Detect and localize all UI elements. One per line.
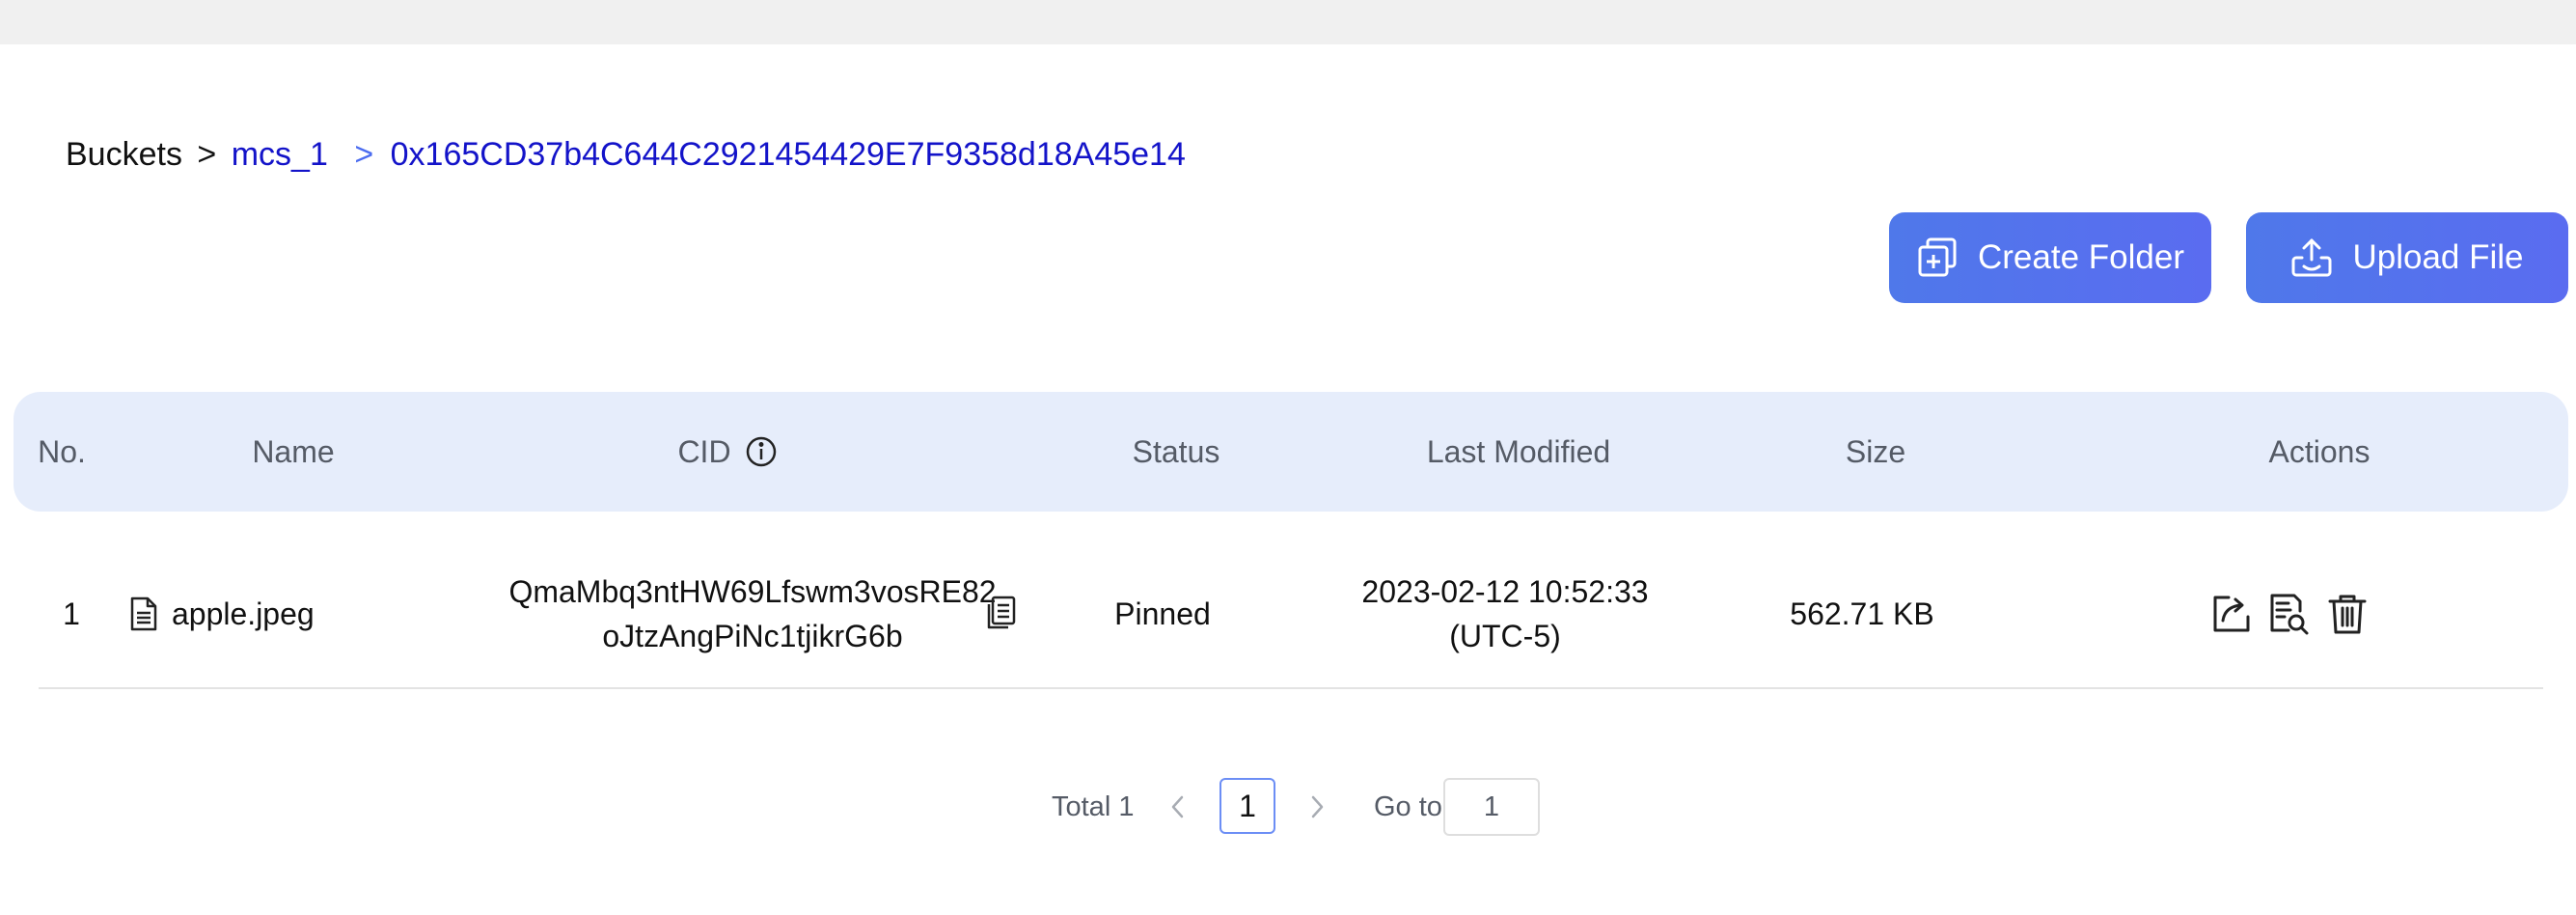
trash-icon[interactable] xyxy=(2325,592,2370,636)
modified-timezone: (UTC-5) xyxy=(1449,619,1561,653)
last-modified-cell: 2023-02-12 10:52:33 (UTC-5) xyxy=(1312,541,1698,687)
cid-line-1: QmaMbq3ntHW69Lfswm3vosRE82 xyxy=(508,574,997,609)
breadcrumb-separator: > xyxy=(354,136,374,173)
column-header-cid-label: CID xyxy=(677,433,731,469)
chevron-right-icon[interactable] xyxy=(1301,790,1333,824)
pagination-page-1[interactable]: 1 xyxy=(1219,778,1275,834)
pagination: Total 1 1 Go to xyxy=(0,778,2576,836)
cid-cell: QmaMbq3ntHW69Lfswm3vosRE82 oJtzAngPiNc1t… xyxy=(463,541,1042,687)
top-bar xyxy=(0,0,2576,44)
create-folder-label: Create Folder xyxy=(1978,238,2184,276)
cid-line-2: oJtzAngPiNc1tjikrG6b xyxy=(602,619,903,653)
upload-file-button[interactable]: Upload File xyxy=(2246,212,2568,303)
breadcrumb-current-folder[interactable]: 0x165CD37b4C644C2921454429E7F9358d18A45e… xyxy=(391,136,1186,173)
info-icon[interactable] xyxy=(745,435,778,468)
breadcrumb-buckets[interactable]: Buckets xyxy=(66,136,182,173)
actions-cell xyxy=(2209,541,2441,687)
size-cell: 562.71 KB xyxy=(1790,596,1934,631)
column-header-size: Size xyxy=(1845,433,1906,469)
column-header-name: Name xyxy=(252,433,335,469)
share-icon[interactable] xyxy=(2209,592,2254,636)
column-header-no: No. xyxy=(38,433,86,469)
folder-plus-icon xyxy=(1916,236,1959,279)
row-number: 1 xyxy=(63,596,80,631)
column-header-actions: Actions xyxy=(2268,433,2370,469)
create-folder-button[interactable]: Create Folder xyxy=(1889,212,2211,303)
file-name-cell[interactable]: apple.jpeg xyxy=(127,541,417,687)
status-cell: Pinned xyxy=(1114,596,1211,631)
pagination-goto-label: Go to xyxy=(1374,791,1442,822)
pagination-goto-input[interactable] xyxy=(1443,778,1540,836)
table-header: No. Name CID Status Last Modified Size A… xyxy=(14,392,2568,512)
chevron-left-icon[interactable] xyxy=(1162,790,1194,824)
pagination-total: Total 1 xyxy=(1052,791,1135,822)
cid-value: QmaMbq3ntHW69Lfswm3vosRE82 oJtzAngPiNc1t… xyxy=(508,569,996,658)
upload-icon xyxy=(2290,236,2333,279)
column-header-last-modified: Last Modified xyxy=(1426,433,1611,469)
breadcrumb-bucket-link[interactable]: mcs_1 xyxy=(232,136,328,173)
breadcrumb: Buckets > mcs_1 > 0x165CD37b4C644C292145… xyxy=(66,133,1186,176)
column-header-cid: CID xyxy=(438,392,1017,512)
file-icon xyxy=(127,596,160,632)
upload-file-label: Upload File xyxy=(2352,238,2524,276)
file-search-icon[interactable] xyxy=(2267,592,2312,636)
table-row: 1 apple.jpeg QmaMbq3ntHW69Lfswm3vosRE82 … xyxy=(39,541,2543,689)
breadcrumb-separator: > xyxy=(197,136,217,173)
file-name[interactable]: apple.jpeg xyxy=(172,596,315,632)
column-header-status: Status xyxy=(1132,433,1220,469)
modified-date: 2023-02-12 10:52:33 xyxy=(1361,574,1649,609)
